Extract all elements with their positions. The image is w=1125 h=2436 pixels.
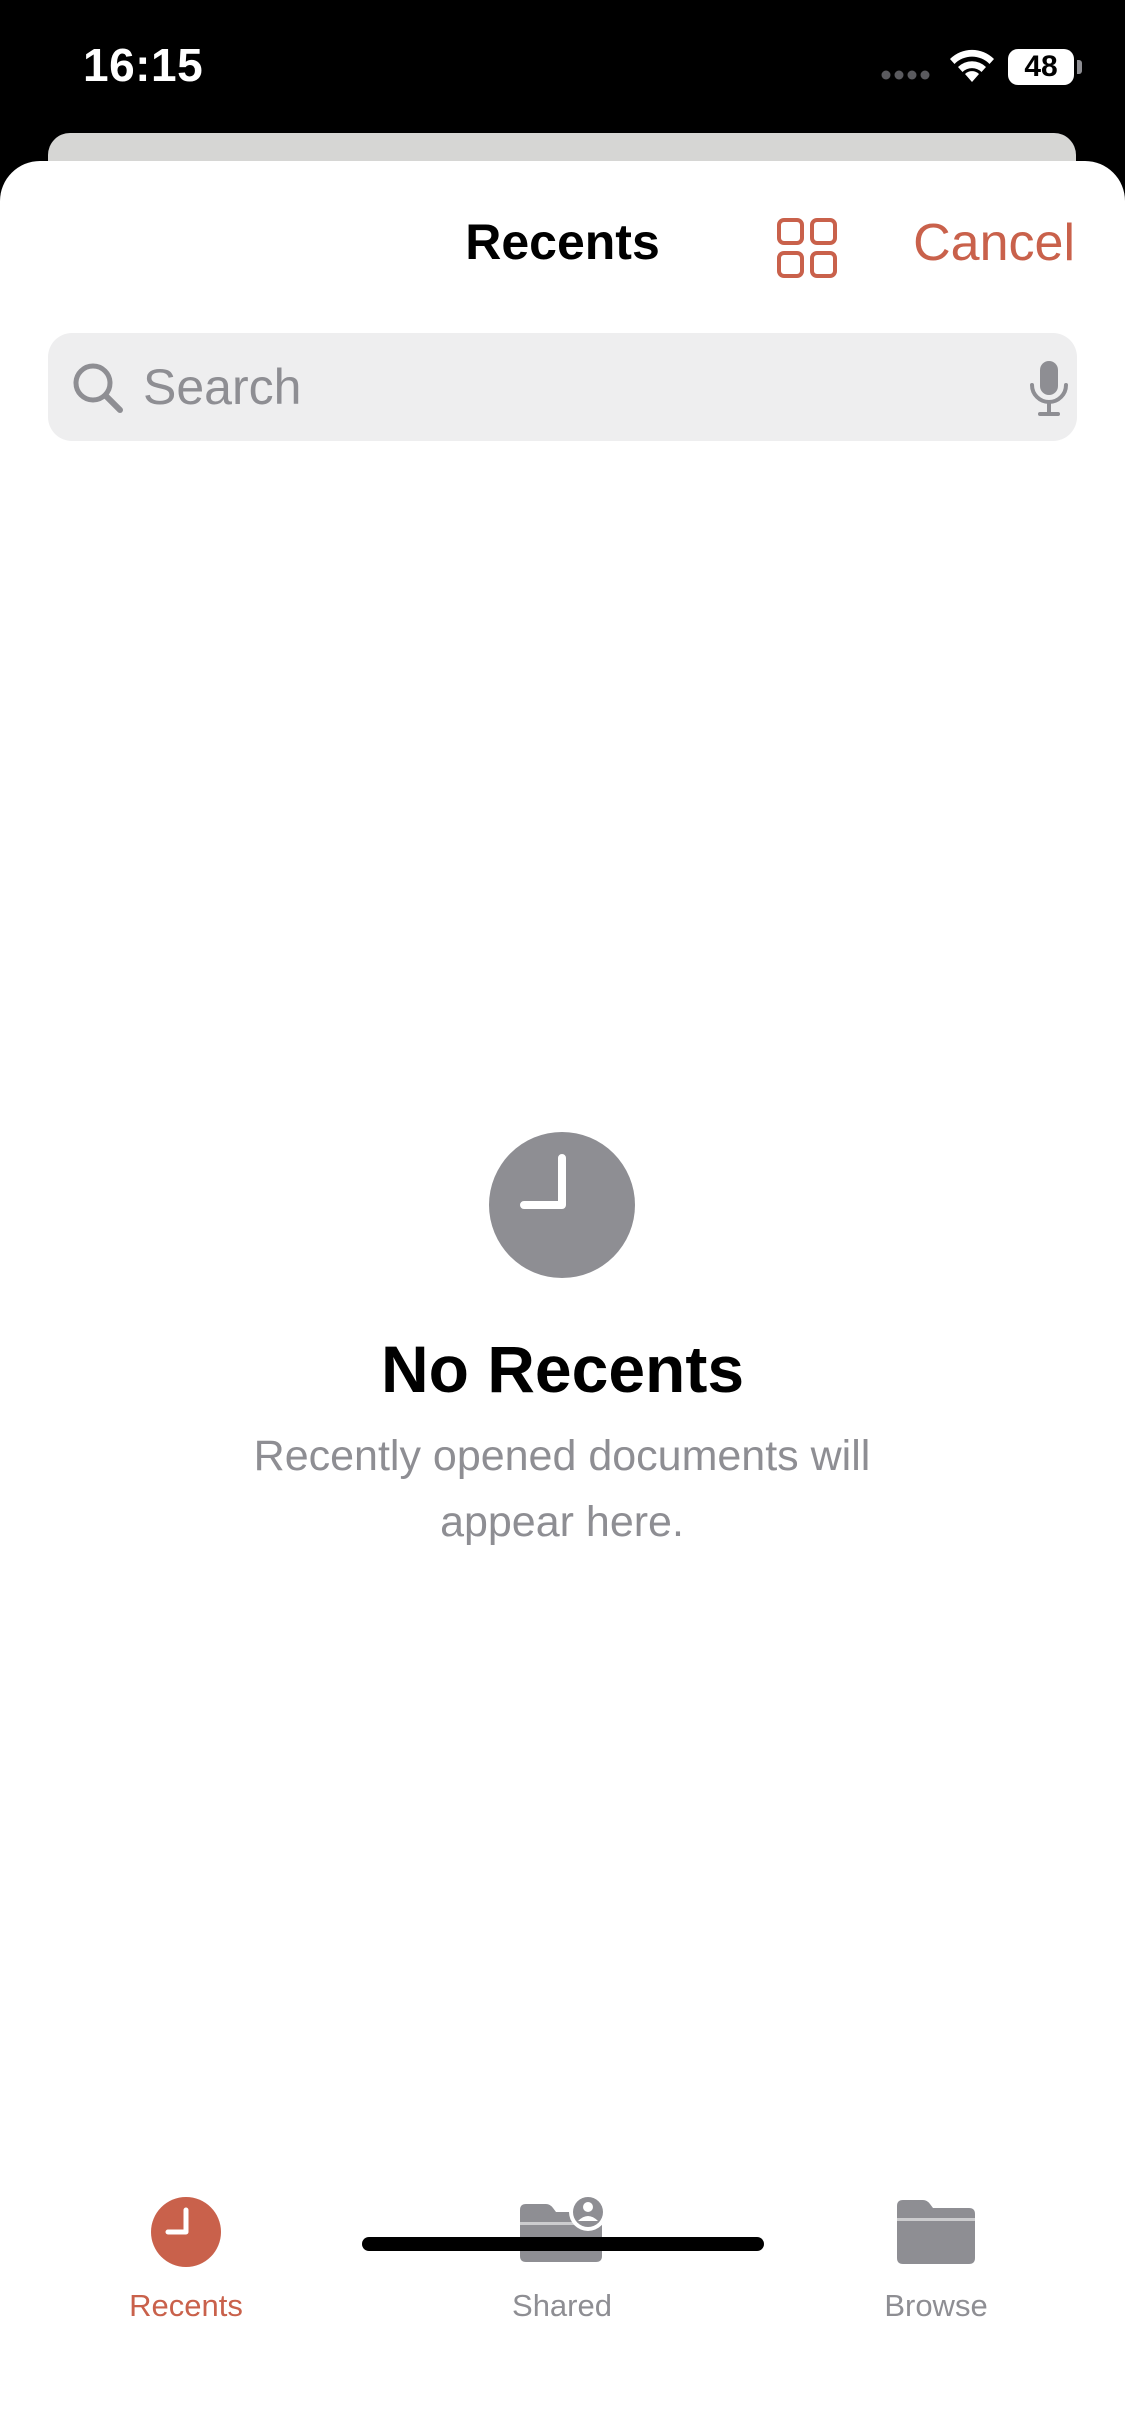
status-time: 16:15	[83, 39, 204, 91]
status-bar: 16:15 48	[0, 0, 1125, 135]
empty-state-message: Recently opened documents will appear he…	[253, 1432, 871, 1546]
microphone-icon[interactable]	[1028, 359, 1070, 417]
tab-bar: Recents Shared Browse	[0, 2186, 1125, 2356]
home-indicator[interactable]	[362, 2237, 764, 2251]
tab-shared[interactable]: Shared	[432, 2186, 692, 2336]
search-input[interactable]	[143, 333, 1003, 441]
cellular-signal-icon	[881, 70, 930, 80]
document-picker-sheet: Recents Cancel No Recents	[0, 161, 1125, 2436]
cancel-button[interactable]: Cancel	[913, 213, 1075, 273]
tab-label-shared: Shared	[512, 2288, 612, 2323]
empty-state-title: No Recents	[380, 1332, 745, 1406]
battery-icon: 48	[1008, 49, 1074, 85]
search-icon	[73, 363, 123, 413]
tab-label-browse: Browse	[884, 2288, 988, 2323]
folder-icon	[897, 2200, 975, 2264]
wifi-icon	[950, 49, 994, 82]
tab-browse[interactable]: Browse	[806, 2186, 1066, 2336]
battery-level: 48	[1024, 50, 1058, 83]
battery-tip	[1077, 60, 1082, 74]
screen: 16:15 48 Recents Cancel Search No Recent…	[0, 0, 1125, 2436]
tab-recents[interactable]: Recents	[56, 2186, 316, 2336]
shared-folder-icon	[520, 2193, 607, 2262]
search-bar[interactable]	[48, 333, 1077, 441]
clock-icon	[489, 1132, 635, 1278]
tab-label-recents: Recents	[129, 2288, 243, 2323]
clock-icon	[151, 2197, 221, 2267]
grid-view-icon[interactable]	[776, 217, 838, 279]
